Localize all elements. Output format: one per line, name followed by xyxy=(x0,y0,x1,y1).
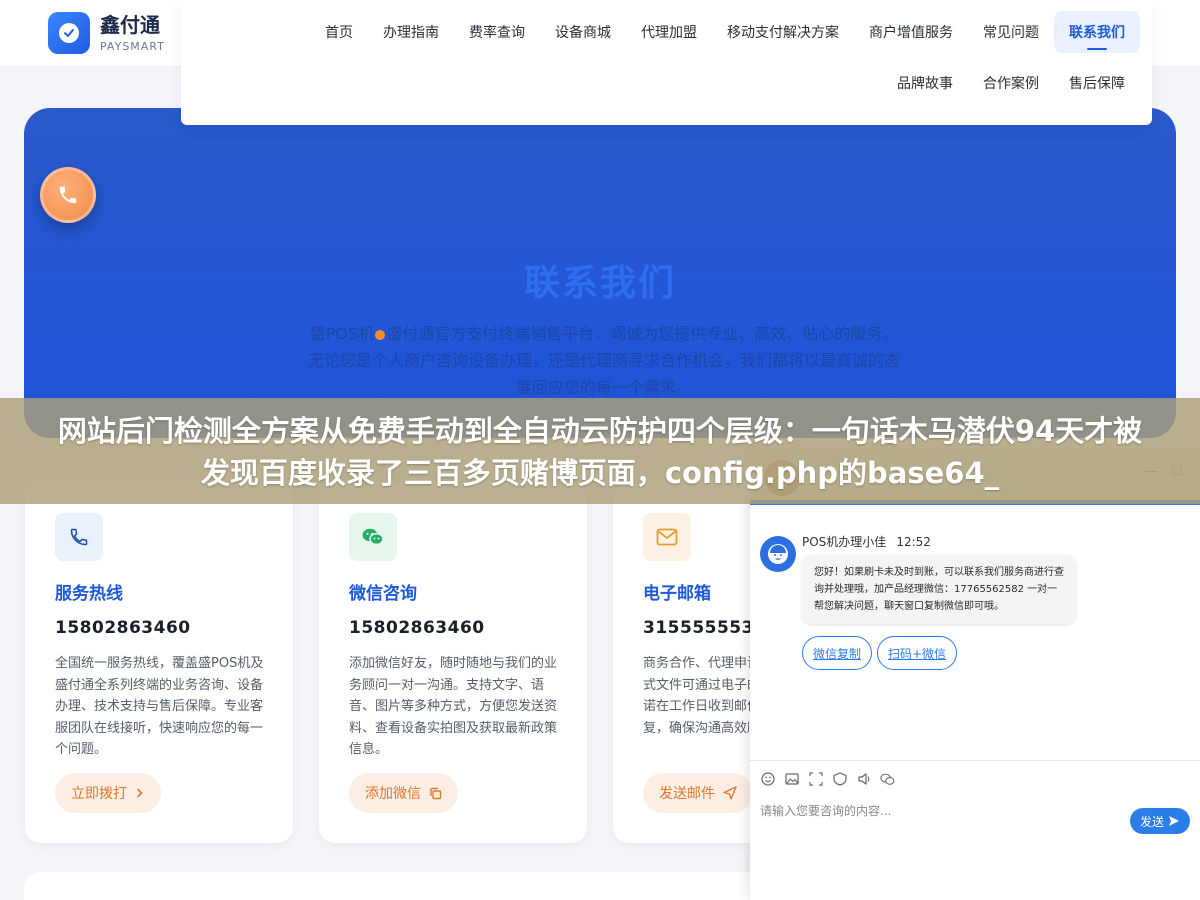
send-label: 发送 xyxy=(1139,814,1164,829)
agent-avatar xyxy=(760,536,796,572)
banner-text: 网站后门检测全方案从免费手动到全自动云防护四个层级：一句话木马潜伏94天才被发现… xyxy=(57,414,1143,490)
chat-toolbar xyxy=(750,760,1200,796)
send-icon xyxy=(1169,816,1179,826)
card-description: 添加微信好友，随时随地与我们的业务顾问一对一沟通。支持文字、语音、图片等多种方式… xyxy=(349,656,558,757)
chat-widget: — ☐ POS机办理小佳12:52 您好！如果刷卡未及时到账，可以联系我们服务商… xyxy=(750,450,1200,900)
nav-item-merchant-services[interactable]: 商户增值服务 xyxy=(854,11,968,53)
wechat-icon xyxy=(349,513,397,561)
copy-icon xyxy=(430,787,442,799)
card-description: 全国统一服务热线，覆盖盛POS机及盛付通全系列终端的业务咨询、设备办理、技术支持… xyxy=(55,656,264,757)
call-now-button[interactable]: 立即拨打 xyxy=(55,773,161,813)
nav-item-home[interactable]: 首页 xyxy=(310,11,368,53)
nav-item-shop[interactable]: 设备商城 xyxy=(540,11,626,53)
hero-desc-part2: 盛付通官方支付终端销售平台，竭诚为您提供专业、高效、贴心的服务。 无论您是个人商… xyxy=(307,324,900,397)
card-value: 3155555535 xyxy=(643,618,767,638)
logo-mark xyxy=(48,12,90,54)
nav-item-guide[interactable]: 办理指南 xyxy=(368,11,454,53)
hero-section: 联系我们 盛POS机 盛付通官方支付终端销售平台，竭诚为您提供专业、高效、贴心的服… xyxy=(24,108,1176,438)
check-icon xyxy=(59,23,79,43)
screenshot-icon[interactable] xyxy=(808,771,823,786)
send-button[interactable]: 发送 xyxy=(1130,808,1190,834)
card-value: 15802863460 xyxy=(349,618,485,638)
copy-wechat-button[interactable]: 微信复制 xyxy=(802,636,873,670)
mail-icon xyxy=(643,513,691,561)
nav-item-rates[interactable]: 费率查询 xyxy=(454,11,540,53)
nav-item-cases[interactable]: 合作案例 xyxy=(968,62,1054,104)
hero-description: 盛POS机 盛付通官方支付终端销售平台，竭诚为您提供专业、高效、贴心的服务。 无论… xyxy=(304,320,904,401)
nav-item-after-sales[interactable]: 售后保障 xyxy=(1054,62,1140,104)
image-icon[interactable] xyxy=(784,771,799,786)
main-nav: 首页 办理指南 费率查询 设备商城 代理加盟 移动支付解决方案 商户增值服务 常… xyxy=(181,0,1152,125)
announcement-banner[interactable]: 网站后门检测全方案从免费手动到全自动云防护四个层级：一句话木马潜伏94天才被发现… xyxy=(0,398,1200,504)
brand-sub: PAYSMART xyxy=(100,39,165,53)
agent-name: POS机办理小佳 xyxy=(802,535,887,549)
chat-message-input[interactable] xyxy=(760,800,1120,822)
nav-row-secondary: 品牌故事 合作案例 售后保障 xyxy=(882,62,1140,104)
card-title: 服务热线 xyxy=(55,584,123,604)
phone-icon xyxy=(55,513,103,561)
send-icon xyxy=(723,786,737,800)
emoji-icon[interactable] xyxy=(760,771,775,786)
chat-messages: POS机办理小佳 12:52 您好！如果刷卡未及时到账，可以联系我们服务商进行查询… xyxy=(750,510,1200,760)
nav-item-contact[interactable]: 联系我们 xyxy=(1054,11,1140,53)
add-wechat-button[interactable]: 添加微信 xyxy=(349,773,458,813)
phone-call-button[interactable] xyxy=(40,167,96,223)
card-title: 微信咨询 xyxy=(349,584,417,604)
hero-desc-part1: 盛POS机 xyxy=(309,324,375,343)
button-label: 添加微信 xyxy=(365,786,421,802)
rating-icon[interactable] xyxy=(832,771,847,786)
dot-icon xyxy=(375,329,386,340)
nav-item-agent[interactable]: 代理加盟 xyxy=(626,11,712,53)
card-value: 15802863460 xyxy=(55,618,191,638)
card-wechat: 微信咨询 15802863460 添加微信好友，随时随地与我们的业务顾问一对一沟… xyxy=(319,483,587,843)
voice-icon[interactable] xyxy=(856,771,871,786)
brand-name: 鑫付通 xyxy=(100,12,160,37)
card-title: 电子邮箱 xyxy=(643,584,711,604)
phone-icon xyxy=(59,186,77,204)
brand-logo[interactable]: 鑫付通 PAYSMART xyxy=(48,12,165,54)
button-label: 立即拨打 xyxy=(71,786,127,802)
nav-item-brand-story[interactable]: 品牌故事 xyxy=(882,62,968,104)
page-title: 联系我们 xyxy=(523,263,676,304)
message-time: 12:52 xyxy=(896,535,931,549)
card-hotline: 服务热线 15802863460 全国统一服务热线，覆盖盛POS机及盛付通全系列… xyxy=(25,483,293,843)
nav-row-primary: 首页 办理指南 费率查询 设备商城 代理加盟 移动支付解决方案 商户增值服务 常… xyxy=(310,11,1140,53)
message-meta: POS机办理小佳 12:52 xyxy=(802,533,931,550)
message-bubble: 您好！如果刷卡未及时到账，可以联系我们服务商进行查询并处理哦，加产品经理微信：1… xyxy=(802,555,1076,624)
scan-wechat-button[interactable]: 扫码+微信 xyxy=(877,636,958,670)
wechat-icon[interactable] xyxy=(880,771,895,786)
nav-item-faq[interactable]: 常见问题 xyxy=(968,11,1054,53)
chevron-right-icon xyxy=(137,788,143,798)
button-label: 发送邮件 xyxy=(659,786,715,802)
send-email-button[interactable]: 发送邮件 xyxy=(643,773,753,813)
nav-item-mobile-pay[interactable]: 移动支付解决方案 xyxy=(712,11,854,53)
